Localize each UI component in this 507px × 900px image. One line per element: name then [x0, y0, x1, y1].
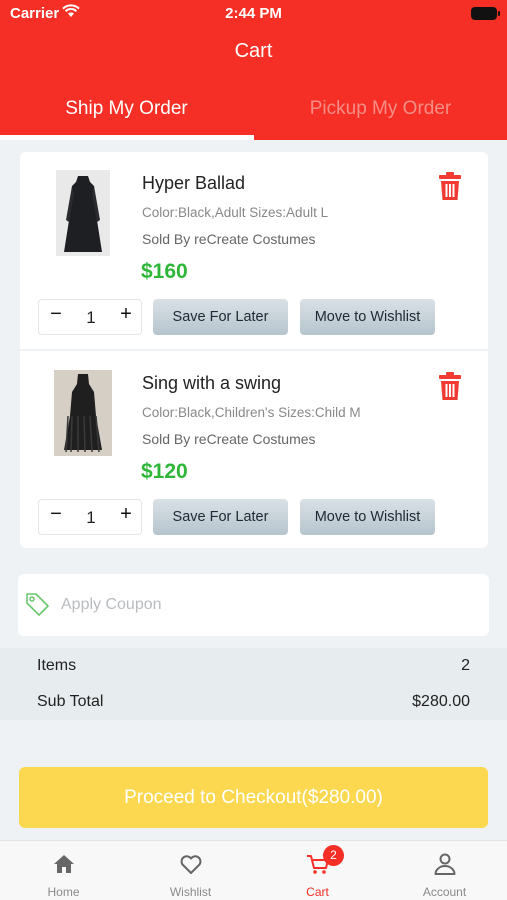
increase-quantity-button[interactable]: +: [116, 503, 136, 526]
decrease-quantity-button[interactable]: −: [46, 503, 66, 526]
cart-item: Sing with a swing Color:Black,Children's…: [20, 352, 488, 542]
product-name[interactable]: Hyper Ballad: [142, 173, 245, 194]
order-summary: Items 2 Sub Total $280.00: [0, 648, 507, 720]
product-attributes: Color:Black,Children's Sizes:Child M: [142, 405, 361, 420]
quantity-value: 1: [86, 508, 96, 527]
active-tab-indicator: [0, 135, 254, 140]
cart-items-card: Hyper Ballad Color:Black,Adult Sizes:Adu…: [20, 152, 488, 548]
subtotal-label: Sub Total: [37, 693, 104, 710]
increase-quantity-button[interactable]: +: [116, 303, 136, 326]
quantity-stepper: − 1 +: [38, 299, 142, 335]
black-coat-image: [56, 170, 110, 256]
tabbar-account[interactable]: Account: [381, 841, 507, 900]
tab-pickup-my-order[interactable]: Pickup My Order: [254, 98, 507, 120]
product-image[interactable]: [56, 170, 110, 256]
product-image[interactable]: [54, 370, 112, 456]
page-title: Cart: [234, 40, 273, 62]
decrease-quantity-button[interactable]: −: [46, 303, 66, 326]
black-fringe-dress-image: [54, 370, 112, 456]
status-bar: Carrier 2:44 PM: [0, 0, 507, 28]
product-name[interactable]: Sing with a swing: [142, 373, 281, 394]
tabbar-home[interactable]: Home: [0, 841, 127, 900]
product-seller: Sold By reCreate Costumes: [142, 231, 316, 247]
apply-coupon-field[interactable]: Apply Coupon: [18, 574, 489, 636]
battery-icon: [471, 7, 500, 20]
cart-count-badge: 2: [323, 845, 344, 866]
home-icon: [53, 855, 74, 873]
product-price: $120: [141, 460, 188, 483]
tag-icon: [26, 593, 49, 616]
product-attributes: Color:Black,Adult Sizes:Adult L: [142, 205, 329, 220]
product-price: $160: [141, 260, 188, 283]
trash-icon[interactable]: [438, 372, 462, 400]
tabbar-account-label: Account: [422, 885, 467, 899]
status-time: 2:44 PM: [225, 5, 282, 22]
proceed-to-checkout-button[interactable]: Proceed to Checkout($280.00): [19, 767, 488, 828]
quantity-value: 1: [86, 308, 96, 327]
move-to-wishlist-button[interactable]: Move to Wishlist: [300, 499, 435, 535]
subtotal-value: $280.00: [412, 693, 470, 710]
tabbar-home-label: Home: [47, 885, 80, 899]
save-for-later-button[interactable]: Save For Later: [153, 499, 288, 535]
trash-icon[interactable]: [438, 172, 462, 200]
app-header: Carrier 2:44 PM Cart Ship My Order Picku…: [0, 0, 507, 140]
items-count: 2: [461, 657, 470, 674]
move-to-wishlist-button[interactable]: Move to Wishlist: [300, 299, 435, 335]
tabbar-cart-label: Cart: [306, 885, 329, 899]
user-icon: [434, 853, 455, 875]
cart-item: Hyper Ballad Color:Black,Adult Sizes:Adu…: [20, 152, 488, 342]
bottom-tab-bar: Home Wishlist 2 Cart Account: [0, 840, 507, 900]
tabbar-cart[interactable]: 2 Cart: [254, 841, 381, 900]
coupon-placeholder: Apply Coupon: [61, 596, 162, 613]
product-seller: Sold By reCreate Costumes: [142, 431, 316, 447]
tab-ship-my-order[interactable]: Ship My Order: [0, 98, 253, 120]
tabbar-wishlist-label: Wishlist: [169, 885, 212, 899]
heart-icon: [180, 855, 201, 874]
quantity-stepper: − 1 +: [38, 499, 142, 535]
item-divider: [20, 349, 488, 351]
save-for-later-button[interactable]: Save For Later: [153, 299, 288, 335]
items-label: Items: [37, 657, 77, 674]
tabbar-wishlist[interactable]: Wishlist: [127, 841, 254, 900]
